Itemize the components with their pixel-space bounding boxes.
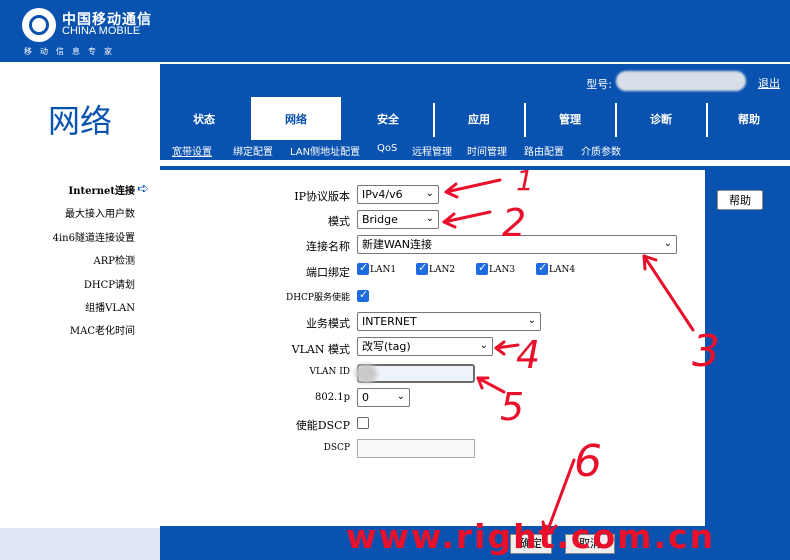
- watermark: www.right.com.cn: [346, 517, 716, 556]
- annotation-overlay: 1 2 3 4 5 6: [442, 164, 720, 537]
- annotation-number-2: 2: [502, 201, 526, 245]
- annotation-number-3: 3: [692, 326, 720, 377]
- annotation-number-4: 4: [516, 333, 540, 377]
- annotation-arrow-3: [642, 254, 695, 332]
- annotation-number-6: 6: [574, 436, 602, 487]
- annotation-number-5: 5: [500, 385, 524, 429]
- annotation-number-1: 1: [516, 164, 534, 197]
